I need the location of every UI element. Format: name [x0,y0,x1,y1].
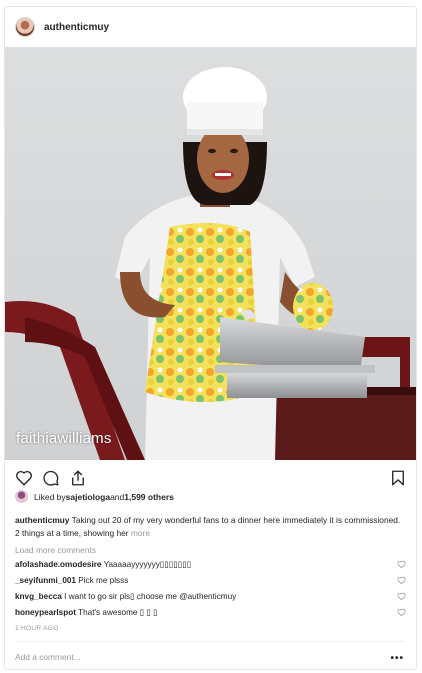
comment-like-heart-icon[interactable] [397,576,406,585]
heart-icon[interactable] [15,469,33,487]
photo-watermark: faithiawilliams [16,430,112,447]
bookmark-icon[interactable] [389,469,407,487]
likes-prefix: Liked by [34,491,66,502]
post-caption: authenticmuy Taking out 20 of my very wo… [15,514,405,539]
likes-middle: and [110,491,125,502]
share-icon[interactable] [69,469,87,487]
comment-row: _seyifunmi_001 Pick me plsss [15,575,410,587]
comment-row: knvg_becca I want to go sir pls▯ choose … [15,591,410,603]
post-timestamp[interactable]: 1 HOUR AGO [15,625,58,632]
comment-username[interactable]: afolashade.omodesire [15,560,101,569]
comment-text: Yaaaaayyyyyyy▯▯▯▯▯▯▯ [103,560,192,569]
comment-text: That's awesome ▯ ▯ ▯ [78,608,158,617]
post-username[interactable]: authenticmuy [44,22,109,33]
comment-username[interactable]: _seyifunmi_001 [15,576,76,585]
post-card: authenticmuy faithiawilliams Liked by sa… [4,6,417,670]
caption-username[interactable]: authenticmuy [15,515,69,525]
post-photo[interactable]: faithiawilliams [5,47,416,460]
post-header: authenticmuy [5,7,416,47]
comment-text: I want to go sir pls▯ choose me @authent… [64,592,237,601]
load-more-comments[interactable]: Load more comments [15,545,96,555]
liker-username[interactable]: sajetiologa [66,492,110,502]
more-options-icon[interactable]: ••• [390,653,404,664]
profile-avatar[interactable] [15,17,35,37]
comment-row: afolashade.omodesire Yaaaaayyyyyyy▯▯▯▯▯▯… [15,559,410,571]
caption-more-link[interactable]: more [131,528,150,538]
comment-like-heart-icon[interactable] [397,608,406,617]
likes-count[interactable]: 1,599 others [124,492,174,502]
comment-row: honeypearlspot That's awesome ▯ ▯ ▯ [15,607,410,619]
caption-text: Taking out 20 of my very wonderful fans … [15,515,401,538]
comment-like-heart-icon[interactable] [397,592,406,601]
liker-avatar[interactable] [15,490,28,503]
comment-username[interactable]: knvg_becca [15,592,62,601]
photo-illustration [5,47,416,460]
comment-divider [15,641,406,642]
likes-line: Liked by sajetiologa and 1,599 others [15,490,174,503]
comment-username[interactable]: honeypearlspot [15,608,76,617]
comment-like-heart-icon[interactable] [397,560,406,569]
comment-text: Pick me plsss [78,576,129,585]
add-comment-input[interactable] [15,648,375,666]
comment-icon[interactable] [42,469,60,487]
